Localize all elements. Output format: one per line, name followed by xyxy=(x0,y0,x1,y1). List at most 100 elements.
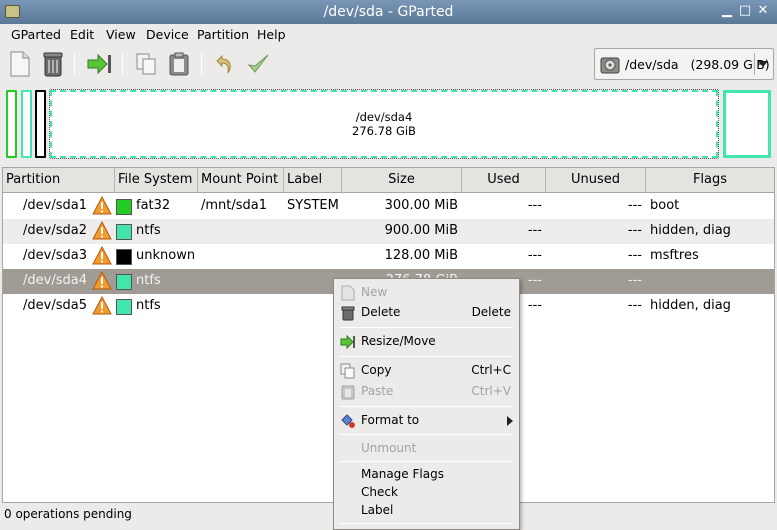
menu-item-unmount[interactable]: Unmount xyxy=(334,439,519,458)
toolbar: /dev/sda (298.09 GiB) xyxy=(0,45,777,84)
submenu-arrow-icon xyxy=(507,416,513,426)
map-sda2[interactable] xyxy=(21,90,32,158)
new-partition-button[interactable] xyxy=(5,49,35,79)
device-selector[interactable]: /dev/sda (298.09 GiB) xyxy=(594,48,774,80)
map-sda4-name: /dev/sda4 xyxy=(355,110,413,124)
format-icon xyxy=(341,414,355,428)
dropdown-arrow-icon xyxy=(758,61,768,67)
cell-unused: --- xyxy=(627,198,642,213)
cell-partition: /dev/sda5 xyxy=(23,298,87,313)
minimize-icon[interactable]: ▁ xyxy=(719,3,735,19)
filesystem-color-swatch xyxy=(116,299,132,315)
cell-filesystem: fat32 xyxy=(136,198,171,213)
cell-filesystem: ntfs xyxy=(136,273,161,288)
col-used[interactable]: Used xyxy=(462,168,546,193)
col-flags[interactable]: Flags xyxy=(646,168,774,193)
col-unused[interactable]: Unused xyxy=(546,168,646,193)
paste-icon xyxy=(341,385,355,400)
menu-item-paste[interactable]: Paste Ctrl+V xyxy=(334,382,519,401)
title-bar: /dev/sda - GParted ▁ □ ✕ xyxy=(0,0,777,24)
cell-partition: /dev/sda4 xyxy=(23,273,87,288)
trash-icon xyxy=(341,306,355,321)
resize-arrow-icon xyxy=(340,334,355,350)
partition-map: /dev/sda4 276.78 GiB xyxy=(0,86,777,162)
copy-button[interactable] xyxy=(131,49,161,79)
col-filesystem[interactable]: File System xyxy=(115,168,198,193)
toolbar-separator xyxy=(74,53,75,75)
delete-partition-button[interactable] xyxy=(38,49,68,79)
map-sda4-label: /dev/sda4 276.78 GiB xyxy=(50,110,718,138)
map-sda1[interactable] xyxy=(6,90,17,158)
menu-edit[interactable]: Edit xyxy=(70,27,94,42)
maximize-icon[interactable]: □ xyxy=(737,3,753,19)
menu-item-label: Manage Flags xyxy=(361,467,444,481)
menu-item-manage-flags[interactable]: Manage Flags xyxy=(334,465,519,484)
cell-flags: hidden, diag xyxy=(650,223,731,238)
table-row[interactable]: /dev/sda2 ntfs 900.00 MiB --- --- hidden, dia… xyxy=(3,219,774,244)
apply-button[interactable] xyxy=(243,49,273,79)
cell-flags: boot xyxy=(650,198,680,213)
menu-item-label: New xyxy=(361,285,388,299)
map-sda5[interactable] xyxy=(723,90,771,158)
table-row[interactable]: /dev/sda3 unknown 128.00 MiB --- --- msftres xyxy=(3,244,774,269)
toolbar-separator xyxy=(201,53,202,75)
col-partition[interactable]: Partition xyxy=(3,168,115,193)
close-icon[interactable]: ✕ xyxy=(755,3,771,19)
menu-separator xyxy=(340,327,513,328)
cell-filesystem: ntfs xyxy=(136,298,161,313)
trash-icon xyxy=(43,52,63,77)
menu-item-label: Label xyxy=(361,503,394,517)
filesystem-color-swatch xyxy=(116,199,132,215)
cell-used: --- xyxy=(527,198,542,213)
toolbar-separator xyxy=(122,53,123,75)
cell-partition: /dev/sda1 xyxy=(23,198,87,213)
menu-item-format-to[interactable]: Format to xyxy=(334,411,519,430)
cell-flags: msftres xyxy=(650,248,699,263)
map-sda4-size: 276.78 GiB xyxy=(352,124,416,138)
menu-item-label: Delete xyxy=(361,305,401,319)
menu-partition[interactable]: Partition xyxy=(197,27,249,42)
undo-icon xyxy=(216,54,231,74)
warning-icon xyxy=(92,196,112,215)
filesystem-color-swatch xyxy=(116,274,132,290)
menu-device[interactable]: Device xyxy=(146,27,189,42)
map-sda3[interactable] xyxy=(35,90,46,158)
col-mountpoint[interactable]: Mount Point xyxy=(198,168,284,193)
menu-item-accel: Ctrl+V xyxy=(471,384,511,398)
menu-view[interactable]: View xyxy=(106,27,136,42)
menu-item-copy[interactable]: Copy Ctrl+C xyxy=(334,361,519,380)
filesystem-color-swatch xyxy=(116,224,132,240)
table-row[interactable]: /dev/sda1 fat32/mnt/sda1 SYSTEM 300.00 MiB -… xyxy=(3,194,774,219)
menu-help[interactable]: Help xyxy=(257,27,286,42)
cell-size: 900.00 MiB xyxy=(384,223,458,238)
menu-item-new[interactable]: New xyxy=(334,283,519,302)
menu-gparted[interactable]: GParted xyxy=(11,27,61,42)
warning-icon xyxy=(92,246,112,265)
menu-item-check[interactable]: Check xyxy=(334,483,519,502)
menu-item-label-partition[interactable]: Label xyxy=(334,501,519,520)
paste-button[interactable] xyxy=(164,49,194,79)
cell-unused: --- xyxy=(627,223,642,238)
table-header: Partition File System Mount Point Label … xyxy=(3,168,774,193)
cell-mountpoint: /mnt/sda1 xyxy=(201,198,268,213)
paste-icon xyxy=(169,52,189,76)
menu-item-label: Check xyxy=(361,485,398,499)
menu-separator xyxy=(340,356,513,357)
cell-partition: /dev/sda2 xyxy=(23,223,87,238)
menu-item-resize-move[interactable]: Resize/Move xyxy=(334,332,519,351)
col-size[interactable]: Size xyxy=(342,168,462,193)
col-label[interactable]: Label xyxy=(284,168,342,193)
new-document-icon xyxy=(10,51,30,77)
undo-button[interactable] xyxy=(210,49,240,79)
menu-item-label: Format to xyxy=(361,413,420,427)
filesystem-color-swatch xyxy=(116,249,132,265)
menu-separator xyxy=(340,434,513,435)
resize-move-button[interactable] xyxy=(84,49,114,79)
cell-size: 128.00 MiB xyxy=(384,248,458,263)
menu-item-accel: Delete xyxy=(471,305,511,319)
cell-label: SYSTEM xyxy=(287,198,339,213)
menu-separator xyxy=(340,406,513,407)
menu-item-accel: Ctrl+C xyxy=(471,363,511,377)
menu-bar: GParted Edit View Device Partition Help xyxy=(0,24,777,45)
menu-item-delete[interactable]: Delete Delete xyxy=(334,303,519,322)
